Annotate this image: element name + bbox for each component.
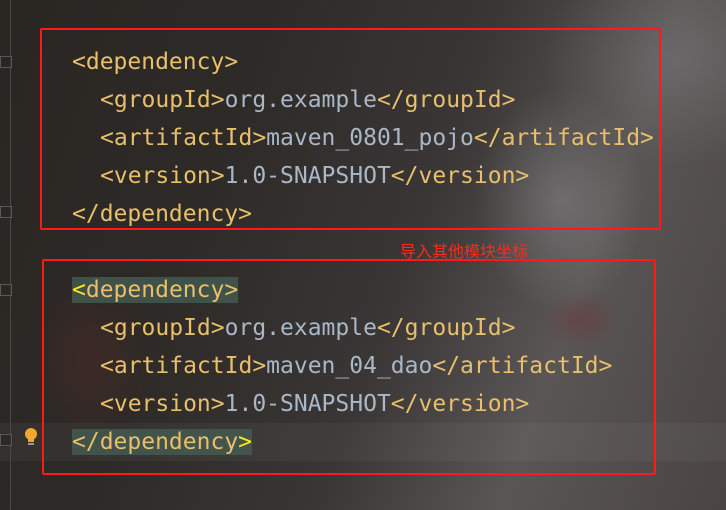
fold-icon[interactable] [0,206,12,218]
highlight-box-1 [40,28,661,230]
highlight-box-2 [42,259,656,475]
fold-icon[interactable] [0,284,12,296]
fold-icon[interactable] [0,434,12,446]
fold-icon[interactable] [0,56,12,68]
editor-gutter [0,0,40,510]
lightbulb-icon[interactable] [24,428,38,446]
